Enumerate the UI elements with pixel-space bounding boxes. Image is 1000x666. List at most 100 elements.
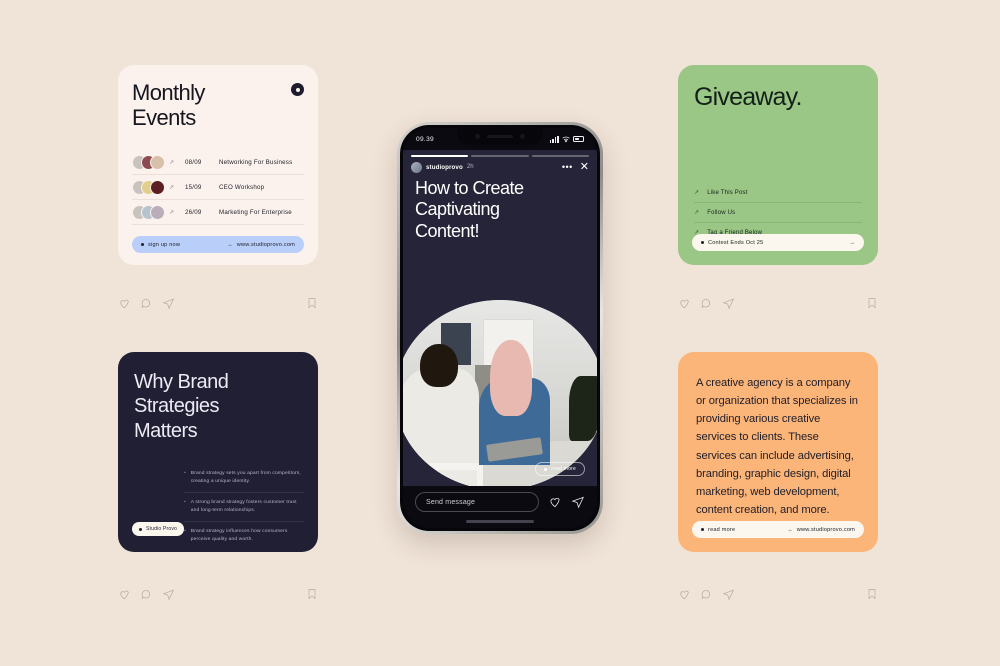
dot-badge-icon[interactable] <box>291 83 304 96</box>
brand-title-line2: Strategies <box>134 395 220 418</box>
card-brand-strategies[interactable]: Why Brand Strategies Matters ▪ Brand str… <box>118 352 318 552</box>
heart-icon[interactable] <box>118 588 131 601</box>
story-footer: Send message <box>403 486 597 528</box>
battery-icon <box>573 136 584 142</box>
list-item[interactable]: ↗ Like This Post <box>694 183 862 203</box>
website-link[interactable]: → www.studioprovo.com <box>227 242 295 248</box>
action-group-left <box>678 297 735 310</box>
contest-label: Contest Ends Oct 25 <box>708 239 764 246</box>
event-name: Marketing For Enterprise <box>219 208 292 216</box>
story-progress <box>403 150 597 157</box>
story-photo <box>403 300 597 486</box>
brand-bullet-text: A strong brand strategy fosters customer… <box>190 500 297 513</box>
list-item: ▪ Brand strategy influences how consumer… <box>184 522 304 550</box>
studio-badge-label: Studio Provo <box>146 526 178 532</box>
giveaway-step-label: Like This Post <box>707 189 748 196</box>
bookmark-icon[interactable] <box>866 297 878 309</box>
bullet-dot-icon <box>701 528 704 531</box>
avatar-group <box>132 204 169 220</box>
events-list: ↗ 08/09 Networking For Business ↗ 15/09 … <box>132 150 304 225</box>
story-timestamp: 2h <box>466 164 474 171</box>
bullet-dot-icon <box>544 467 548 471</box>
action-group-right <box>866 588 878 600</box>
post-actions-agency <box>678 583 878 605</box>
send-message-input[interactable]: Send message <box>415 492 539 512</box>
progress-segment <box>471 155 529 157</box>
story-viewer[interactable]: studioprovo 2h ••• ✕ How to Create Capti… <box>403 150 597 486</box>
photo-person-left-hair <box>420 343 458 388</box>
comment-icon[interactable] <box>700 297 713 310</box>
bookmark-icon[interactable] <box>306 588 318 600</box>
arrow-up-right-icon: ↗ <box>169 209 175 216</box>
story-read-more-button[interactable]: read more <box>535 462 585 476</box>
heart-icon[interactable] <box>678 297 691 310</box>
card-creative-agency[interactable]: A creative agency is a company or organi… <box>678 352 878 552</box>
status-indicators <box>549 135 584 143</box>
contest-bar[interactable]: Contest Ends Oct 25 → <box>692 234 864 251</box>
face-sensor-icon <box>520 134 525 139</box>
website-link[interactable]: → www.studioprovo.com <box>787 527 855 533</box>
phone-screen[interactable]: 09.39 studioprovo 2h ••• ✕ How to Create… <box>403 128 597 528</box>
share-icon[interactable] <box>162 588 175 601</box>
read-more-label: read more <box>708 526 736 533</box>
heart-icon[interactable] <box>678 588 691 601</box>
more-options-icon[interactable]: ••• <box>562 162 573 172</box>
list-item[interactable]: ↗ Follow Us <box>694 203 862 223</box>
bullet-dot-icon: ▪ <box>184 528 186 535</box>
card-giveaway[interactable]: Giveaway. ↗ Like This Post ↗ Follow Us ↗… <box>678 65 878 265</box>
phone-notch <box>457 128 543 145</box>
avatar-group <box>132 154 169 170</box>
list-item: ▪ A strong brand strategy fosters custom… <box>184 493 304 523</box>
action-group-left <box>118 588 175 601</box>
sign-up-label-group: sign up now <box>141 242 180 248</box>
brand-bullet-text: Brand strategy sets you apart from compe… <box>190 471 301 484</box>
table-row[interactable]: ↗ 26/09 Marketing For Enterprise <box>132 200 304 225</box>
story-read-more-label: read more <box>551 466 576 472</box>
share-icon[interactable] <box>722 297 735 310</box>
bullet-dot-icon: ▪ <box>184 470 186 476</box>
brand-title-line1: Why Brand <box>134 371 229 393</box>
close-icon[interactable]: ✕ <box>580 161 589 173</box>
share-icon[interactable] <box>162 297 175 310</box>
heart-icon[interactable] <box>118 297 131 310</box>
send-icon[interactable] <box>571 495 585 509</box>
heart-icon[interactable] <box>548 495 562 509</box>
cellular-signal-icon <box>549 135 559 143</box>
comment-icon[interactable] <box>140 588 153 601</box>
action-group-left <box>678 588 735 601</box>
avatar[interactable] <box>411 161 422 173</box>
giveaway-step-label: Follow Us <box>707 209 736 216</box>
contest-arrow[interactable]: → <box>849 240 855 246</box>
website-label: www.studioprovo.com <box>796 526 855 533</box>
event-date: 08/09 <box>185 158 202 166</box>
status-time: 09.39 <box>416 135 435 143</box>
avatar-group <box>132 179 169 195</box>
progress-segment <box>411 155 469 157</box>
story-title-line1: How to Create <box>415 177 524 198</box>
sign-up-bar[interactable]: sign up now → www.studioprovo.com <box>132 236 304 253</box>
bookmark-icon[interactable] <box>306 297 318 309</box>
card-monthly-events[interactable]: Monthly Events ↗ 08/09 Networking For Bu… <box>118 65 318 265</box>
table-row[interactable]: ↗ 08/09 Networking For Business <box>132 150 304 175</box>
agency-body-text: A creative agency is a company or organi… <box>696 377 858 516</box>
comment-icon[interactable] <box>700 588 713 601</box>
avatar <box>150 204 165 220</box>
brand-bullet-text: Brand strategy influences how consumers … <box>190 529 288 542</box>
comment-icon[interactable] <box>140 297 153 310</box>
table-row[interactable]: ↗ 15/09 CEO Workshop <box>132 175 304 200</box>
studio-badge[interactable]: Studio Provo <box>132 522 185 536</box>
progress-segment <box>531 155 589 157</box>
story-title-line2: Captivating <box>415 199 500 220</box>
speaker-icon <box>487 135 513 138</box>
arrow-up-right-icon: ↗ <box>169 184 175 191</box>
arrow-right-icon: → <box>849 239 855 246</box>
read-more-bar[interactable]: read more → www.studioprovo.com <box>692 521 864 538</box>
avatar <box>150 154 165 170</box>
bullet-dot-icon: ▪ <box>184 499 186 506</box>
events-title-line1: Monthly <box>132 80 205 105</box>
share-icon[interactable] <box>722 588 735 601</box>
photo-person-right-hair <box>489 339 532 416</box>
bookmark-icon[interactable] <box>866 588 878 600</box>
website-label: www.studioprovo.com <box>236 241 295 248</box>
story-username[interactable]: studioprovo <box>426 164 463 171</box>
